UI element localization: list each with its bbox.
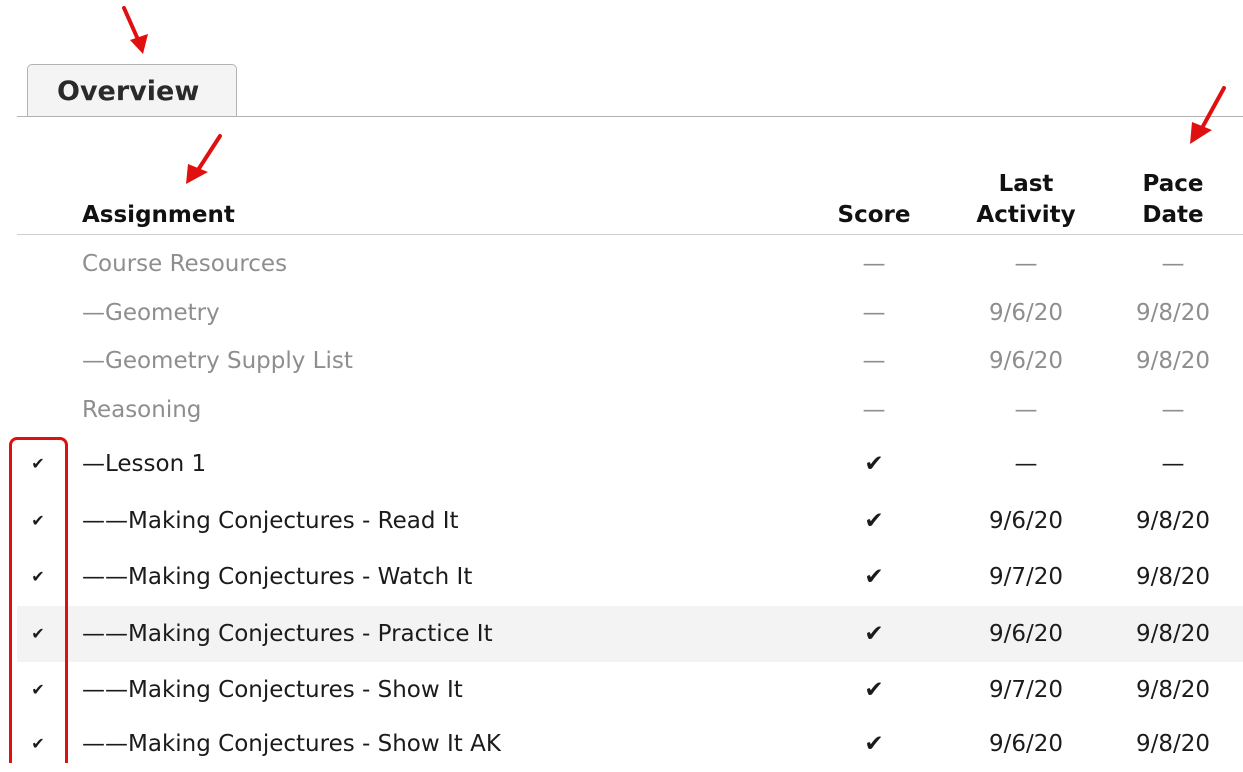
table-row[interactable]: ✔ ——Making Conjectures - Read It ✔ 9/6/2…: [17, 493, 1243, 549]
last-activity-cell: 9/6/20: [988, 508, 1064, 534]
assignment-name[interactable]: ——Making Conjectures - Show It: [82, 662, 463, 718]
annotation-arrow-icon: [1190, 86, 1226, 144]
column-header-assignment[interactable]: Assignment: [82, 200, 235, 231]
last-activity-cell: 9/6/20: [988, 621, 1064, 647]
column-header-last-activity-line2: Activity: [976, 202, 1076, 228]
last-activity-cell: 9/6/20: [988, 731, 1064, 757]
annotation-arrow-icon: [122, 6, 148, 54]
pace-date-cell: 9/8/20: [1135, 621, 1211, 647]
tab-overview-label: Overview: [57, 76, 200, 107]
table-row[interactable]: ✔ ——Making Conjectures - Practice It ✔ 9…: [17, 606, 1243, 662]
column-header-last-activity[interactable]: Last Activity: [968, 169, 1084, 231]
pace-date-cell: —: [1161, 397, 1185, 423]
last-activity-cell: —: [1014, 251, 1038, 277]
table-row[interactable]: Course Resources — — —: [17, 236, 1243, 292]
assignment-name[interactable]: Reasoning: [82, 382, 201, 438]
column-header-pace-date-line2: Date: [1142, 202, 1204, 228]
table-row[interactable]: Reasoning — — —: [17, 382, 1243, 438]
column-header-pace-date[interactable]: Pace Date: [1128, 169, 1218, 231]
assignment-name[interactable]: ——Making Conjectures - Watch It: [82, 549, 472, 605]
pace-date-cell: 9/8/20: [1135, 508, 1211, 534]
score-cell: —: [862, 348, 886, 374]
tab-strip-divider: [17, 116, 1243, 117]
last-activity-cell: 9/6/20: [988, 348, 1064, 374]
pace-date-cell: 9/8/20: [1135, 731, 1211, 757]
last-activity-cell: —: [1014, 397, 1038, 423]
column-header-pace-date-line1: Pace: [1142, 171, 1204, 197]
pace-date-cell: —: [1161, 251, 1185, 277]
last-activity-cell: 9/7/20: [988, 564, 1064, 590]
score-check-icon: ✔: [864, 677, 884, 703]
annotation-highlight-box: [9, 437, 68, 763]
table-row[interactable]: ✔ ——Making Conjectures - Show It ✔ 9/7/2…: [17, 662, 1243, 718]
pace-date-cell: 9/8/20: [1135, 348, 1211, 374]
tab-overview[interactable]: Overview: [27, 64, 237, 117]
header-divider: [17, 234, 1243, 235]
pace-date-cell: —: [1161, 451, 1185, 477]
table-row[interactable]: ✔ —Lesson 1 ✔ — —: [17, 436, 1243, 492]
table-row[interactable]: ✔ ——Making Conjectures - Watch It ✔ 9/7/…: [17, 549, 1243, 605]
last-activity-cell: 9/7/20: [988, 677, 1064, 703]
assignment-name[interactable]: ——Making Conjectures - Practice It: [82, 606, 493, 662]
score-cell: —: [862, 251, 886, 277]
pace-date-cell: 9/8/20: [1135, 564, 1211, 590]
table-row[interactable]: —Geometry Supply List — 9/6/20 9/8/20: [17, 333, 1243, 389]
score-cell: —: [862, 397, 886, 423]
score-check-icon: ✔: [864, 621, 884, 647]
last-activity-cell: —: [1014, 451, 1038, 477]
column-header-score[interactable]: Score: [834, 200, 914, 231]
annotation-arrow-icon: [186, 134, 222, 184]
assignment-name[interactable]: —Geometry Supply List: [82, 333, 353, 389]
assignment-name[interactable]: ——Making Conjectures - Read It: [82, 493, 459, 549]
assignment-name[interactable]: —Lesson 1: [82, 436, 206, 492]
score-check-icon: ✔: [864, 564, 884, 590]
column-header-last-activity-line1: Last: [998, 171, 1054, 197]
score-check-icon: ✔: [864, 508, 884, 534]
score-check-icon: ✔: [864, 451, 884, 477]
table-row[interactable]: ✔ ——Making Conjectures - Show It AK ✔ 9/…: [17, 716, 1243, 772]
assignment-name[interactable]: ——Making Conjectures - Show It AK: [82, 716, 501, 772]
assignment-name[interactable]: Course Resources: [82, 236, 287, 292]
pace-date-cell: 9/8/20: [1135, 677, 1211, 703]
score-check-icon: ✔: [864, 731, 884, 757]
